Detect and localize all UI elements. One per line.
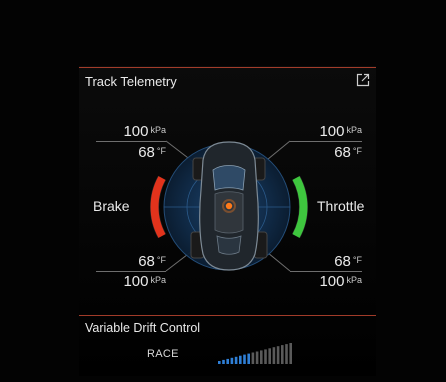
external-link-icon[interactable]	[356, 73, 370, 87]
fr-temp-unit: °F	[352, 146, 362, 156]
drift-level-bars[interactable]	[218, 342, 294, 364]
fr-pressure-value: 100	[319, 123, 345, 140]
brake-label: Brake	[93, 198, 130, 214]
car-top-view	[190, 141, 268, 271]
drift-level-bar	[289, 343, 292, 364]
rr-pressure: 100 kPa	[290, 273, 362, 290]
panel-title: Track Telemetry	[85, 74, 177, 89]
drift-level-bar	[276, 346, 280, 364]
rr-pressure-value: 100	[319, 273, 345, 290]
drift-level-bar	[247, 353, 250, 364]
rr-temp-value: 68	[334, 253, 351, 270]
drift-level-bar	[255, 351, 259, 364]
drift-level-bar	[239, 355, 242, 364]
drift-level-bar	[234, 356, 238, 364]
vdc-title: Variable Drift Control	[85, 321, 201, 335]
rl-pressure: 100 kPa	[96, 273, 166, 290]
fl-divider	[96, 141, 166, 142]
rl-temp: 68 °F	[96, 253, 166, 270]
drift-level-bar	[281, 345, 284, 364]
drift-level-bar	[264, 349, 267, 364]
fr-divider	[290, 141, 362, 142]
top-divider	[79, 67, 376, 68]
drift-level-bar	[251, 352, 255, 364]
rl-pressure-value: 100	[123, 273, 149, 290]
rr-temp: 68 °F	[290, 253, 362, 270]
rr-pressure-unit: kPa	[346, 275, 362, 285]
fr-temp: 68 °F	[290, 144, 362, 161]
bottom-divider	[79, 315, 376, 316]
drift-level-bar	[260, 350, 263, 364]
drift-level-bar	[222, 359, 225, 364]
fr-temp-value: 68	[334, 144, 351, 161]
drift-level-bar	[243, 354, 246, 364]
rl-divider	[96, 271, 166, 272]
drift-level-bar	[285, 344, 288, 364]
drift-level-bar	[226, 358, 229, 364]
throttle-gauge	[292, 175, 308, 239]
rl-temp-value: 68	[138, 253, 155, 270]
rr-divider	[290, 271, 362, 272]
fr-pressure: 100 kPa	[290, 123, 362, 140]
drift-level-bar	[218, 361, 221, 364]
fr-pressure-unit: kPa	[346, 125, 362, 135]
drift-level-bar	[230, 357, 234, 364]
drift-mode-label[interactable]: RACE	[147, 348, 179, 360]
drift-level-bar	[268, 348, 271, 364]
throttle-label: Throttle	[317, 198, 365, 214]
fl-temp-value: 68	[138, 144, 155, 161]
rl-pressure-unit: kPa	[150, 275, 166, 285]
fl-pressure: 100 kPa	[96, 123, 166, 140]
drift-level-bar	[272, 347, 276, 364]
fl-pressure-value: 100	[123, 123, 149, 140]
fl-temp: 68 °F	[96, 144, 166, 161]
fl-pressure-unit: kPa	[150, 125, 166, 135]
rr-temp-unit: °F	[352, 255, 362, 265]
